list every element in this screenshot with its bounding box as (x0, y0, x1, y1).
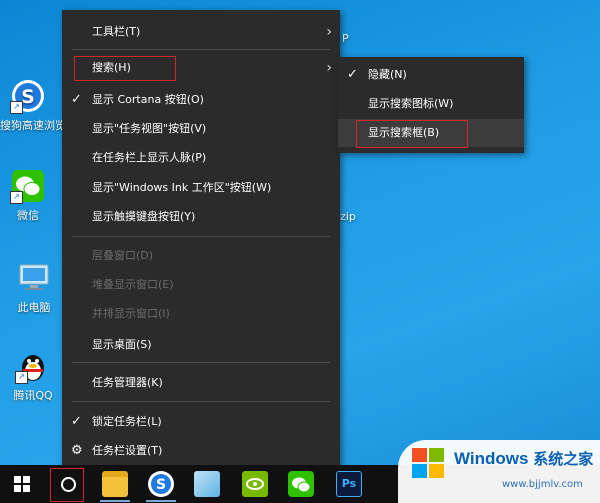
file-explorer-icon[interactable] (102, 471, 128, 497)
wechat-taskbar-icon[interactable] (288, 471, 314, 497)
gear-icon: ⚙ (71, 443, 83, 458)
windows-logo-icon (14, 476, 30, 492)
menu-item-label: 锁定任务栏(L) (92, 415, 162, 428)
menu-separator (72, 362, 330, 363)
menu-item-windows-ink[interactable]: 显示"Windows Ink 工作区"按钮(W) (62, 174, 340, 202)
menu-item-side-by-side: 并排显示窗口(I) (62, 300, 340, 328)
watermark-title-main: Windows (454, 449, 529, 468)
menu-item-label: 任务栏设置(T) (92, 444, 163, 457)
menu-item-label: 并排显示窗口(I) (92, 307, 170, 320)
menu-item-label: 显示桌面(S) (92, 338, 152, 351)
wechat-icon: ↗ (10, 168, 46, 204)
sogou-browser-icon: S ↗ (10, 78, 46, 114)
menu-item-label: 层叠窗口(D) (92, 249, 154, 262)
menu-item-show-desktop[interactable]: 显示桌面(S) (62, 331, 340, 359)
computer-icon (16, 260, 52, 296)
menu-item-taskbar-settings[interactable]: ⚙ 任务栏设置(T) (62, 437, 340, 465)
qq-penguin-icon: ↗ (15, 348, 51, 384)
desktop-label-fragment: P (342, 32, 349, 45)
desktop-label-fragment: zip (340, 210, 356, 223)
menu-item-label: 堆叠显示窗口(E) (92, 278, 174, 291)
menu-separator (72, 49, 330, 50)
svg-text:S: S (21, 86, 35, 108)
check-icon: ✓ (71, 92, 82, 107)
menu-item-people[interactable]: 在任务栏上显示人脉(P) (62, 144, 340, 172)
menu-item-label: 在任务栏上显示人脉(P) (92, 151, 207, 164)
cortana-highlight-box (50, 468, 84, 502)
menu-separator (72, 236, 330, 237)
desktop-icon-label: 搜狗高速浏览器 (0, 119, 77, 132)
menu-item-label: 显示"任务视图"按钮(V) (92, 122, 207, 135)
menu-item-cascade: 层叠窗口(D) (62, 242, 340, 270)
menu-item-label: 任务管理器(K) (92, 376, 163, 389)
taskbar-context-menu: 工具栏(T) › 搜索(H) › ✓ 显示 Cortana 按钮(O) 显示"任… (62, 10, 340, 468)
search-highlight-box (74, 56, 176, 81)
watermark-title-cn: 系统之家 (533, 450, 594, 468)
menu-item-task-manager[interactable]: 任务管理器(K) (62, 369, 340, 397)
chevron-right-icon: › (326, 60, 332, 76)
desktop-icon-label: 此电脑 (17, 301, 51, 314)
menu-separator (72, 401, 330, 402)
menu-item-label: 显示"Windows Ink 工作区"按钮(W) (92, 181, 272, 194)
active-indicator (146, 500, 176, 502)
start-button[interactable] (0, 465, 44, 503)
desktop-icon-qq[interactable]: ↗ 腾讯QQ (5, 348, 61, 403)
desktop-icon-this-pc[interactable]: 此电脑 (6, 260, 62, 315)
menu-item-stacked: 堆叠显示窗口(E) (62, 271, 340, 299)
menu-item-label: 显示 Cortana 按钮(O) (92, 93, 204, 106)
photoshop-icon[interactable]: Ps (336, 471, 362, 497)
check-icon: ✓ (347, 67, 358, 82)
desktop-icon-sogou[interactable]: S ↗ 搜狗高速浏览器 (0, 78, 77, 133)
menu-item-task-view[interactable]: 显示"任务视图"按钮(V) (62, 115, 340, 143)
search-submenu: ✓ 隐藏(N) 显示搜索图标(W) 显示搜索框(B) (338, 57, 524, 153)
active-indicator (100, 500, 130, 502)
notepad-icon[interactable] (194, 471, 220, 497)
nvidia-icon[interactable] (242, 471, 268, 497)
search-box-highlight (356, 120, 468, 148)
sogou-browser-taskbar-icon[interactable]: S (148, 471, 174, 497)
chevron-right-icon: › (326, 24, 332, 40)
submenu-item-label: 隐藏(N) (368, 68, 407, 81)
menu-item-touch-keyboard[interactable]: 显示触摸键盘按钮(Y) (62, 203, 340, 231)
menu-item-label: 显示触摸键盘按钮(Y) (92, 210, 196, 223)
watermark: Windows 系统之家 www.bjjmlv.com (398, 440, 600, 503)
svg-text:S: S (156, 477, 166, 493)
menu-item-toolbars[interactable]: 工具栏(T) › (62, 18, 340, 46)
submenu-item-label: 显示搜索图标(W) (368, 97, 454, 110)
watermark-url: www.bjjmlv.com (502, 479, 583, 490)
cortana-button[interactable] (46, 465, 90, 503)
menu-item-lock-taskbar[interactable]: ✓ 锁定任务栏(L) (62, 408, 340, 436)
submenu-item-hidden[interactable]: ✓ 隐藏(N) (338, 61, 524, 89)
check-icon: ✓ (71, 414, 82, 429)
submenu-item-show-search-icon[interactable]: 显示搜索图标(W) (338, 90, 524, 118)
desktop-icon-wechat[interactable]: ↗ 微信 (0, 168, 56, 223)
menu-item-label: 工具栏(T) (92, 25, 141, 38)
windows-flag-logo-icon (412, 448, 446, 480)
menu-item-show-cortana[interactable]: ✓ 显示 Cortana 按钮(O) (62, 86, 340, 114)
desktop-icon-label: 微信 (17, 209, 39, 222)
desktop-icon-label: 腾讯QQ (13, 389, 53, 402)
watermark-title: Windows 系统之家 (454, 448, 593, 469)
